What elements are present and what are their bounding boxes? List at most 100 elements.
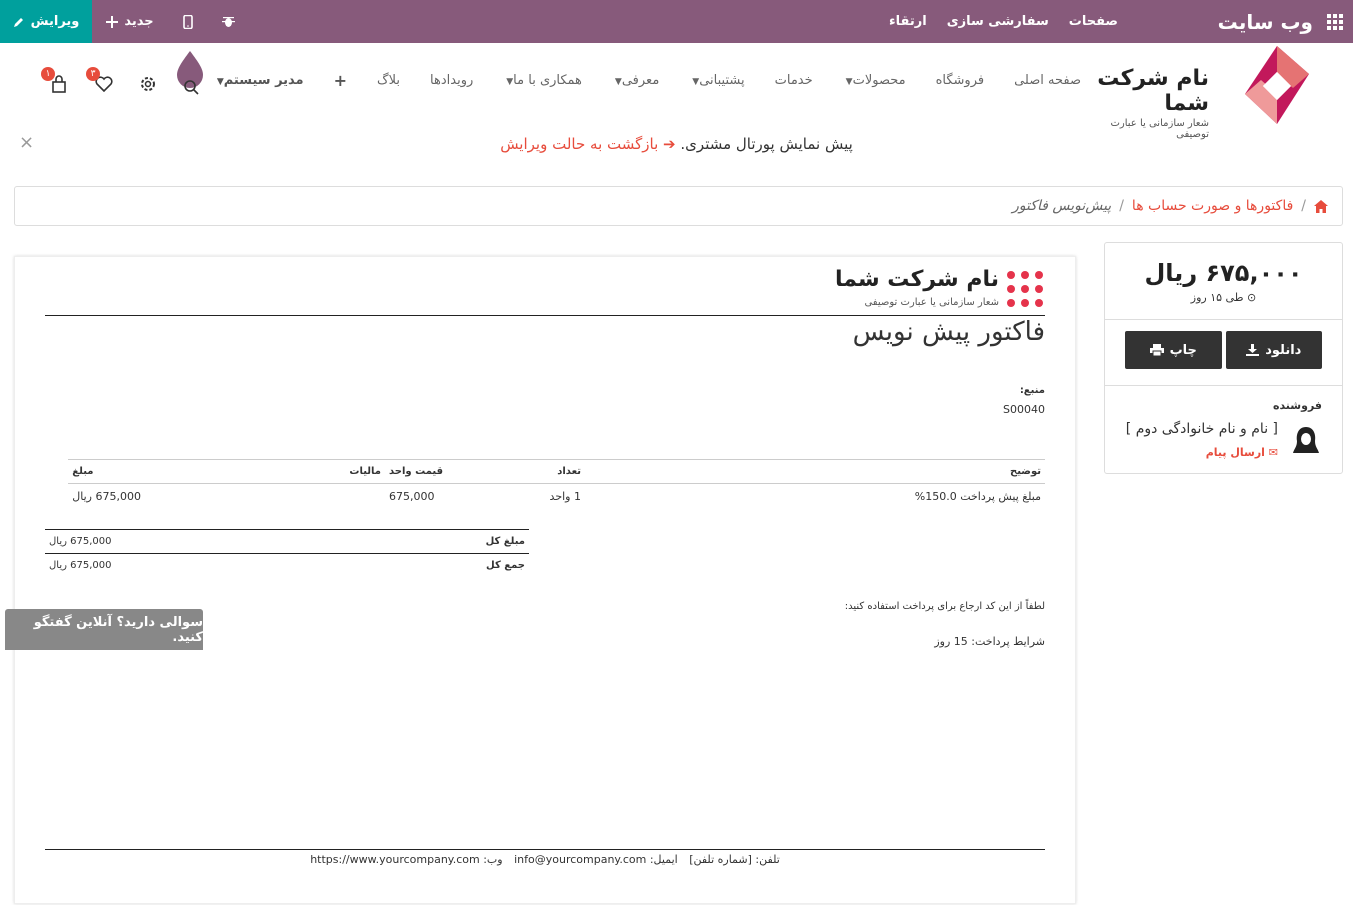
arrow-right-icon: ➔ [663,135,676,153]
print-button[interactable]: چاپ [1125,331,1222,369]
menu-customize[interactable]: سفارشی سازی [947,14,1049,29]
avatar [1293,427,1319,453]
new-button[interactable]: جدید [92,14,168,29]
caret-down-icon: ▼ [845,77,853,87]
header-divider [45,315,1045,316]
sidebar-actions: دانلود چاپ [1125,331,1322,369]
nav-item-about-label: معرفی [621,73,660,88]
nav-item-support[interactable]: پشتیبانی▼ [689,73,744,90]
live-chat-button[interactable]: سوالی دارید؟ آنلاین گفتگو کنید. [5,609,203,650]
edit-label: ویرایش [30,14,80,29]
document-title: فاکتور پیش نویس [852,317,1045,347]
download-label: دانلود [1265,342,1302,358]
nav-item-support-label: پشتیبانی [699,73,745,88]
invoice-sidebar: ۶۷۵,۰۰۰ ریال ⊙ طی ۱۵ روز دانلود چاپ فروش… [1104,242,1343,474]
row-quantity: 1 واحد [549,490,581,503]
download-button[interactable]: دانلود [1225,331,1322,369]
due-text: طی ۱۵ روز [1190,291,1244,304]
admin-name: مدیر سیستم [223,73,304,88]
breadcrumb-invoices-link[interactable]: فاکتورها و صورت حساب ها [1132,198,1293,214]
printer-icon [1149,344,1164,356]
wishlist-count-badge: ۳ [86,67,100,81]
admin-actions: ویرایش جدید [0,0,248,43]
source-value: S00040 [1003,403,1045,416]
admin-menu: صفحات سفارشی سازی ارتقاء [889,0,1118,43]
menu-pages[interactable]: صفحات [1069,14,1118,29]
live-chat-label: سوالی دارید؟ آنلاین گفتگو کنید. [33,614,203,645]
breadcrumb-sep: / [1119,198,1124,214]
debug-button[interactable] [208,15,248,28]
search-icon[interactable] [175,49,205,99]
due-info: ⊙ طی ۱۵ روز [1105,291,1342,304]
nav-item-services[interactable]: خدمات [775,73,813,90]
apps-grid-icon[interactable] [1325,13,1343,30]
total-row: جمع کل 675,000 ریال [45,553,529,577]
breadcrumb-current: پیش‌نویس فاکتور [1012,198,1112,214]
gear-icon[interactable] [139,75,157,93]
website-brand[interactable]: وب سایت [1218,0,1343,43]
footer-phone: تلفن: [شماره تلفن] [689,853,780,866]
cart-count-badge: ۱ [41,67,55,81]
back-to-edit-label: بازگشت به حالت ویرایش [500,135,659,153]
new-label: جدید [124,14,154,29]
subtotal-row: مبلغ کل 675,000 ریال [45,529,529,553]
nav-item-shop[interactable]: فروشگاه [936,73,985,90]
footer-divider [45,849,1045,850]
document-logo-subtitle: شعار سازمانی یا عبارت توصیفی [864,297,999,308]
caret-down-icon: ▼ [614,77,622,87]
send-message-link[interactable]: ✉ ارسال پیام [1206,446,1278,459]
banner-close-icon[interactable]: × [19,132,34,153]
nav-item-about[interactable]: معرفی▼ [612,73,659,90]
nav-item-products[interactable]: محصولات▼ [843,73,906,90]
download-icon [1246,344,1260,356]
row-taxes [145,484,385,510]
banner-preview-text: پیش نمایش پورتال مشتری. [680,135,853,153]
clock-icon: ⊙ [1246,291,1257,304]
sidebar-divider [1105,319,1342,320]
totals-block: مبلغ کل 675,000 ریال جمع کل 675,000 ریال [45,529,529,577]
nav-icon-group: ۳ ۱ [40,51,210,103]
document-logo: نام شرکت شما شعار سازمانی یا عبارت توصیف… [835,267,1045,311]
document-footer: تلفن: [شماره تلفن] ایمیل: info@yourcompa… [45,853,1045,866]
send-message-label: ارسال پیام [1205,446,1265,459]
subtotal-label: مبلغ کل [485,536,525,547]
amount-due: ۶۷۵,۰۰۰ ریال [1144,259,1303,287]
mobile-preview-button[interactable] [168,14,208,29]
edit-button[interactable]: ویرایش [0,0,92,43]
total-value: 675,000 ریال [49,560,112,571]
row-unit-price: 675,000 [389,490,435,503]
nav-admin-user[interactable]: مدیر سیستم▼ [214,73,304,90]
nav-add-menu[interactable]: + [334,71,347,90]
home-icon[interactable] [1314,199,1328,213]
nav-menu: صفحه اصلی فروشگاه محصولات▼ خدمات پشتیبان… [214,71,1081,90]
total-label: جمع کل [486,560,525,571]
invoice-document: نام شرکت شما شعار سازمانی یا عبارت توصیف… [14,256,1076,904]
caret-down-icon: ▼ [216,77,224,87]
document-logo-title: نام شرکت شما [834,267,999,292]
nav-item-careers-label: همکاری با ما [513,73,582,88]
subtotal-value: 675,000 ریال [49,536,112,547]
bug-icon [221,17,235,27]
source-label: منبع: [1019,385,1045,396]
mobile-icon [183,14,193,29]
table-header-row: توضیح تعداد قیمت واحد مالیات مبلغ [68,459,1045,484]
nav-item-careers[interactable]: همکاری با ما▼ [503,73,582,90]
nav-item-blog[interactable]: بلاگ [377,73,400,90]
nav-item-home[interactable]: صفحه اصلی [1014,73,1081,90]
col-taxes: مالیات [145,459,385,484]
pencil-icon [13,17,23,27]
invoice-lines-table: توضیح تعداد قیمت واحد مالیات مبلغ مبلغ پ… [68,459,1045,509]
row-description: مبلغ پیش پرداخت 150.0% [914,490,1041,503]
breadcrumb: / فاکتورها و صورت حساب ها / پیش‌نویس فاک… [14,186,1343,226]
menu-upgrade[interactable]: ارتقاء [889,14,927,29]
col-quantity: تعداد [465,459,585,484]
back-to-edit-link[interactable]: ➔ بازگشت به حالت ویرایش [500,135,675,153]
top-admin-bar: وب سایت صفحات سفارشی سازی ارتقاء ویرایش … [0,0,1353,43]
comments-icon: ✉ [1268,446,1278,459]
col-unit-price: قیمت واحد [385,459,465,484]
nav-item-products-label: محصولات [852,73,906,88]
col-description: توضیح [585,459,1045,484]
payment-reference-note: لطفاً از این کد ارجاع برای پرداخت استفاد… [844,601,1045,612]
plus-icon [106,15,119,28]
nav-item-events[interactable]: رویدادها [430,73,473,90]
